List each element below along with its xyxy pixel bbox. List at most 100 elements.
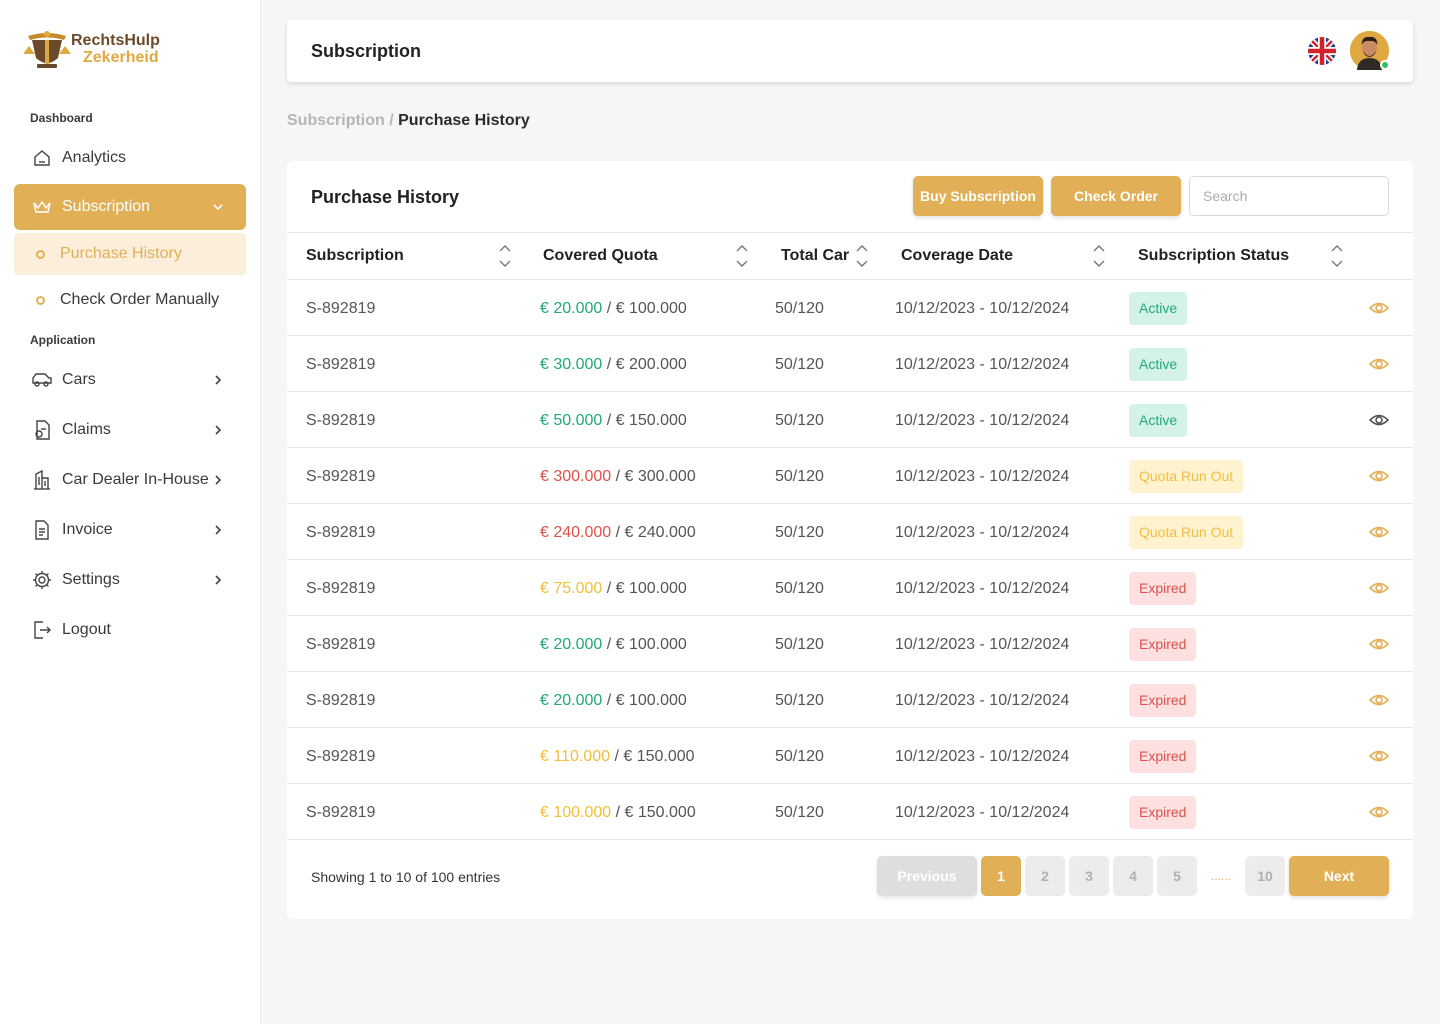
table-row: S-892819 € 20.000 / € 100.000 50/120 10/12/…	[287, 672, 1413, 728]
table-row: S-892819 € 110.000 / € 150.000 50/120 10/12…	[287, 728, 1413, 784]
quota-total: € 100.000	[615, 580, 687, 597]
quota-separator: /	[602, 692, 616, 709]
sidebar-item-subscription[interactable]: Subscription	[14, 184, 246, 230]
previous-page-button[interactable]: Previous	[877, 856, 977, 896]
crown-icon	[32, 197, 52, 217]
covered-quota: € 30.000 / € 200.000	[540, 356, 687, 374]
sidebar-item-label: Claims	[62, 421, 111, 438]
column-header-coverage-date[interactable]: Coverage Date	[901, 247, 1013, 265]
page-button-1[interactable]: 1	[981, 856, 1021, 896]
page-title: Subscription	[311, 41, 422, 61]
sidebar-item-cars[interactable]: Cars	[14, 357, 246, 403]
page-button-10[interactable]: 10	[1245, 856, 1285, 896]
quota-total: € 300.000	[624, 468, 696, 485]
uk-flag-icon[interactable]	[1308, 37, 1336, 65]
sort-icon[interactable]	[735, 243, 749, 269]
total-car: 50/120	[775, 580, 824, 597]
eye-icon[interactable]	[1368, 299, 1390, 317]
breadcrumb-parent[interactable]: Subscription	[287, 112, 385, 129]
quota-used: € 30.000	[540, 356, 603, 373]
sidebar-item-claims[interactable]: Claims	[14, 407, 246, 453]
next-page-button[interactable]: Next	[1289, 856, 1389, 896]
sidebar-item-settings[interactable]: Settings	[14, 557, 246, 603]
quota-used: € 300.000	[540, 468, 612, 485]
total-car: 50/120	[775, 692, 824, 709]
logout-icon	[32, 620, 52, 640]
purchase-history-card: Purchase History Buy Subscription Check …	[287, 161, 1413, 919]
table-row: S-892819 € 20.000 / € 100.000 50/120 10/12/…	[287, 616, 1413, 672]
table-row: S-892819 € 30.000 / € 200.000 50/120 10/12/…	[287, 336, 1413, 392]
coverage-date: 10/12/2023 - 10/12/2024	[895, 356, 1070, 373]
sort-icon[interactable]	[498, 243, 512, 269]
covered-quota: € 20.000 / € 100.000	[540, 300, 687, 318]
eye-icon[interactable]	[1368, 803, 1390, 821]
subscription-id: S-892819	[306, 748, 376, 765]
check-order-button[interactable]: Check Order	[1051, 176, 1181, 216]
total-car: 50/120	[775, 524, 824, 541]
quota-used: € 20.000	[540, 692, 603, 709]
brand-line-2: Zekerheid	[83, 49, 159, 66]
brand-logo[interactable]: RechtsHulp Zekerheid	[23, 28, 160, 70]
bullet-icon	[36, 249, 45, 259]
sort-icon[interactable]	[855, 243, 869, 269]
column-header-subscription[interactable]: Subscription	[306, 247, 404, 265]
table-row: S-892819 € 300.000 / € 300.000 50/120 10/12…	[287, 448, 1413, 504]
search-input[interactable]	[1189, 176, 1389, 216]
breadcrumb-separator: /	[384, 112, 399, 129]
eye-icon[interactable]	[1368, 467, 1390, 485]
quota-used: € 50.000	[540, 412, 603, 429]
section-label-dashboard: Dashboard	[30, 111, 93, 125]
page-button-4[interactable]: 4	[1113, 856, 1153, 896]
sort-icon[interactable]	[1330, 243, 1344, 269]
section-label-application: Application	[30, 333, 96, 347]
subscription-id: S-892819	[306, 580, 376, 597]
claims-icon	[32, 420, 52, 440]
quota-used: € 110.000	[540, 748, 610, 765]
subscription-id: S-892819	[306, 636, 376, 653]
sidebar-subitem-purchase-history[interactable]: Purchase History	[14, 233, 246, 275]
chevron-right-icon	[208, 520, 228, 540]
eye-icon[interactable]	[1368, 355, 1390, 373]
sidebar-subitem-check-order-manually[interactable]: Check Order Manually	[14, 279, 246, 321]
quota-separator: /	[610, 748, 624, 765]
table-row: S-892819 € 20.000 / € 100.000 50/120 10/12/…	[287, 280, 1413, 336]
subscription-id: S-892819	[306, 412, 376, 429]
sidebar-item-logout[interactable]: Logout	[14, 607, 246, 653]
sort-icon[interactable]	[1092, 243, 1106, 269]
status-badge: Expired	[1129, 740, 1197, 773]
sidebar-item-label: Purchase History	[60, 245, 182, 262]
eye-icon[interactable]	[1368, 747, 1390, 765]
total-car: 50/120	[775, 636, 824, 653]
eye-icon[interactable]	[1368, 411, 1390, 429]
sidebar-item-analytics[interactable]: Analytics	[14, 135, 246, 181]
eye-icon[interactable]	[1368, 579, 1390, 597]
column-header-total-car[interactable]: Total Car	[781, 247, 849, 265]
scales-logo-icon	[23, 28, 71, 70]
chevron-down-icon[interactable]	[208, 197, 228, 217]
page-button-3[interactable]: 3	[1069, 856, 1109, 896]
status-badge: Active	[1129, 404, 1188, 437]
subscription-id: S-892819	[306, 524, 376, 541]
column-header-covered-quota[interactable]: Covered Quota	[543, 247, 658, 265]
breadcrumb: Subscription / Purchase History	[287, 112, 530, 130]
avatar[interactable]	[1350, 31, 1390, 70]
table-row: S-892819 € 75.000 / € 100.000 50/120 10/12/…	[287, 560, 1413, 616]
quota-total: € 100.000	[615, 692, 687, 709]
page-button-2[interactable]: 2	[1025, 856, 1065, 896]
quota-separator: /	[611, 524, 625, 541]
building-icon	[32, 470, 52, 490]
eye-icon[interactable]	[1368, 523, 1390, 541]
covered-quota: € 75.000 / € 100.000	[540, 580, 687, 598]
page-button-5[interactable]: 5	[1157, 856, 1197, 896]
sidebar-item-invoice[interactable]: Invoice	[14, 507, 246, 553]
quota-total: € 100.000	[615, 636, 687, 653]
eye-icon[interactable]	[1368, 691, 1390, 709]
column-header-subscription-status[interactable]: Subscription Status	[1138, 247, 1289, 265]
sidebar-item-car-dealer[interactable]: Car Dealer In-House	[14, 457, 246, 503]
eye-icon[interactable]	[1368, 635, 1390, 653]
buy-subscription-button[interactable]: Buy Subscription	[913, 176, 1043, 216]
total-car: 50/120	[775, 748, 824, 765]
total-car: 50/120	[775, 300, 824, 317]
total-car: 50/120	[775, 356, 824, 373]
chevron-right-icon	[208, 570, 228, 590]
